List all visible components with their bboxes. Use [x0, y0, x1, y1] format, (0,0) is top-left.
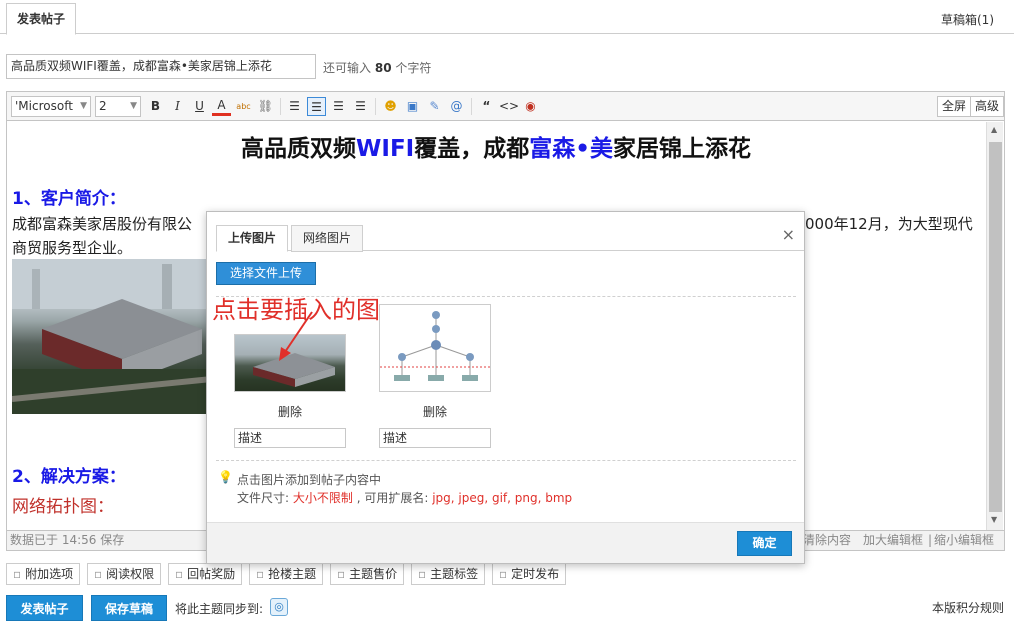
tip-click-to-add: 点击图片添加到帖子内容中 [237, 473, 382, 487]
tip-file-info: 文件尺寸: 大小不限制 , 可用扩展名: jpg, jpeg, gif, png… [237, 489, 572, 506]
size-value: 2 [99, 99, 107, 113]
statusbar-separator: | [928, 533, 933, 547]
sync-weibo-icon[interactable]: ◎ [270, 598, 288, 616]
tip-size-limit: 大小不限制 [292, 491, 353, 505]
option-floor-grab[interactable]: 抢楼主题 [249, 563, 324, 585]
option-read-permission[interactable]: 阅读权限 [87, 563, 162, 585]
font-color-icon[interactable]: A [212, 97, 231, 116]
tab-publish[interactable]: 发表帖子 [6, 3, 76, 35]
image-description-input[interactable]: 描述 [379, 428, 491, 448]
dialog-footer: 确定 [207, 522, 804, 563]
attachment-icon[interactable]: ✎ [425, 97, 444, 116]
mention-icon[interactable]: @ [447, 97, 466, 116]
uploaded-image-thumbnail[interactable] [379, 304, 491, 392]
confirm-button[interactable]: 确定 [737, 531, 792, 556]
image-icon[interactable]: ▣ [403, 97, 422, 116]
option-extra[interactable]: 附加选项 [6, 563, 81, 585]
scroll-up-icon[interactable]: ▲ [991, 125, 997, 134]
align-left-icon[interactable]: ☰ [285, 97, 304, 116]
title-part: 家居锦上添花 [612, 136, 751, 162]
autosave-status: 数据已于 14:56 保存 [10, 533, 125, 547]
section2-heading: 2、解决方案： [12, 467, 126, 487]
option-schedule[interactable]: 定时发布 [492, 563, 567, 585]
align-right-icon[interactable]: ☰ [351, 97, 370, 116]
sync-label: 将此主题同步到: [175, 602, 264, 616]
hint-prefix: 还可输入 [323, 61, 372, 75]
title-part: 富森•美 [529, 136, 613, 162]
hint-suffix: 个字符 [395, 61, 432, 75]
network-topology-thumbnail [380, 305, 490, 391]
scrollbar-thumb[interactable] [989, 142, 1002, 512]
paragraph-text: 成都富森美家居股份有限公 [12, 215, 193, 233]
toolbar-divider [375, 98, 376, 115]
publish-button[interactable]: 发表帖子 [6, 595, 83, 621]
code-icon[interactable]: <> [499, 97, 519, 116]
fullscreen-button[interactable]: 全屏 [937, 96, 972, 117]
chevron-down-icon: ▼ [80, 101, 87, 111]
tip-extensions: jpg, jpeg, gif, png, bmp [432, 491, 573, 505]
building-photo[interactable] [12, 259, 212, 414]
annotation-text: 点击要插入的图 [212, 296, 380, 324]
enlarge-editor-link[interactable]: 加大编辑框 [863, 531, 923, 550]
paragraph-text: 000年12月，为大型现代 [805, 215, 973, 233]
tip-text: 文件尺寸: [237, 491, 293, 505]
toolbar-divider [280, 98, 281, 115]
shrink-editor-link[interactable]: 缩小编辑框 [934, 531, 994, 550]
font-value: 'Microsoft [15, 99, 73, 113]
quote-icon[interactable]: “ [477, 97, 496, 116]
delete-image-link[interactable]: 删除 [379, 403, 491, 420]
document-title: 高品质双频WIFI覆盖，成都富森•美家居锦上添花 [7, 129, 985, 163]
toolbar-divider [471, 98, 472, 115]
italic-icon[interactable]: I [168, 97, 187, 116]
post-title-input[interactable]: 高品质双频WIFI覆盖，成都富森•美家居锦上添花 [6, 54, 316, 79]
option-tags[interactable]: 主题标签 [411, 563, 486, 585]
option-reply-reward[interactable]: 回帖奖励 [168, 563, 243, 585]
dialog-tabbar: 上传图片 网络图片 [216, 225, 804, 252]
title-part: 高品质双频 [241, 136, 357, 162]
emoticon-icon[interactable]: ☻ [381, 97, 400, 116]
delete-image-link[interactable]: 删除 [234, 403, 346, 420]
chevron-down-icon: ▼ [130, 101, 137, 111]
lightbulb-icon: 💡 [218, 470, 233, 484]
tab-bar: 发表帖子 草稿箱(1) [0, 0, 1014, 35]
close-icon[interactable]: × [782, 225, 795, 244]
divider [216, 460, 796, 461]
section2-subheading: 网络拓扑图： [12, 497, 114, 517]
drafts-link[interactable]: 草稿箱(1) [941, 11, 994, 28]
scroll-down-icon[interactable]: ▼ [991, 515, 997, 524]
option-price[interactable]: 主题售价 [330, 563, 405, 585]
tab-network-image[interactable]: 网络图片 [291, 225, 363, 252]
background-color-icon[interactable]: abc [234, 97, 253, 116]
forum-rules-link[interactable]: 本版积分规则 [932, 599, 1004, 616]
qq-icon[interactable]: ◉ [521, 97, 540, 116]
tab-upload-image[interactable]: 上传图片 [216, 225, 288, 252]
advanced-button[interactable]: 高级 [970, 96, 1004, 117]
link-icon[interactable]: ⛓ [256, 97, 275, 116]
title-part: 覆盖，成都 [414, 136, 530, 162]
bold-icon[interactable]: B [146, 97, 165, 116]
image-description-input[interactable]: 描述 [234, 428, 346, 448]
save-draft-button[interactable]: 保存草稿 [91, 595, 167, 621]
building-illustration [12, 259, 212, 414]
font-size-select[interactable]: 2 ▼ [95, 96, 141, 117]
align-center-icon[interactable]: ☰ [307, 97, 326, 116]
image-upload-dialog: 上传图片 网络图片 × 选择文件上传 点击要插入的图 删除 删除 描述 描述 💡… [206, 211, 805, 564]
clear-content-link[interactable]: 清除内容 [803, 531, 851, 550]
editor-scrollbar[interactable]: ▲ ▼ [986, 122, 1003, 530]
tip-text: , 可用扩展名: [352, 491, 433, 505]
title-part: WIFI [356, 136, 415, 162]
font-family-select[interactable]: 'Microsoft ▼ [11, 96, 91, 117]
editor-toolbar: 'Microsoft ▼ 2 ▼ B I U A abc ⛓ ☰ ☰ ☰ ☰ ☻ ▣… [7, 92, 1004, 121]
hint-count: 80 [374, 61, 392, 75]
select-file-upload-button[interactable]: 选择文件上传 [216, 262, 316, 285]
align-justify-icon[interactable]: ☰ [329, 97, 348, 116]
title-char-hint: 还可输入 80 个字符 [323, 59, 431, 76]
section1-heading: 1、客户简介： [12, 189, 126, 209]
underline-icon[interactable]: U [190, 97, 209, 116]
